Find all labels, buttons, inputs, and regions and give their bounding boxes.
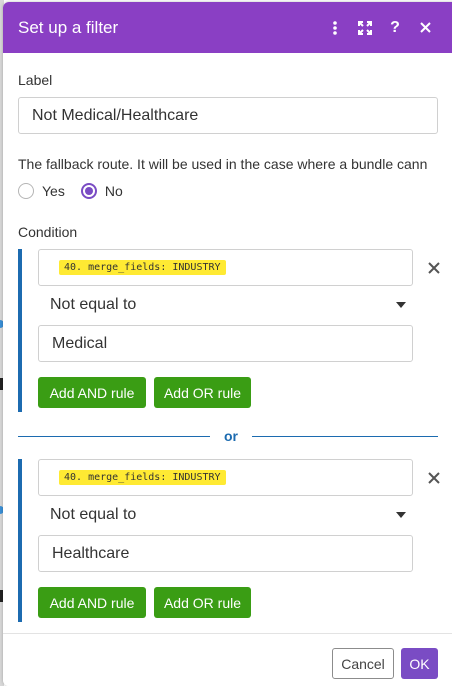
field-pill[interactable]: 40. merge_fields: INDUSTRY <box>59 470 226 485</box>
dialog-header: Set up a filter ? <box>3 2 452 53</box>
dialog-footer: Cancel OK <box>3 633 452 686</box>
condition-field-input[interactable]: 40. merge_fields: INDUSTRY <box>38 459 413 496</box>
dialog-body: Label Not Medical/Healthcare The fallbac… <box>3 53 452 633</box>
chevron-down-icon <box>396 512 406 518</box>
operator-value: Not equal to <box>50 296 137 313</box>
remove-condition-icon[interactable] <box>426 470 442 486</box>
filter-dialog: Set up a filter ? Label Not Medical/Heal… <box>3 2 452 686</box>
remove-condition-icon[interactable] <box>426 260 442 276</box>
cancel-button[interactable]: Cancel <box>332 648 394 679</box>
or-separator: or <box>18 428 438 444</box>
condition-group-2: 40. merge_fields: INDUSTRY Not equal to … <box>18 459 440 622</box>
operator-select[interactable]: Not equal to <box>38 288 406 322</box>
add-and-rule-button[interactable]: Add AND rule <box>38 377 146 408</box>
condition-field-input[interactable]: 40. merge_fields: INDUSTRY <box>38 249 413 286</box>
add-or-rule-button[interactable]: Add OR rule <box>154 587 251 618</box>
separator-line <box>18 436 210 437</box>
dialog-title: Set up a filter <box>18 17 119 37</box>
separator-line <box>252 436 438 437</box>
chevron-down-icon <box>396 302 406 308</box>
condition-value-input[interactable]: Medical <box>38 325 413 362</box>
fallback-help-text: The fallback route. It will be used in t… <box>18 156 428 172</box>
ok-button[interactable]: OK <box>401 648 438 679</box>
close-icon[interactable] <box>410 13 440 43</box>
fallback-yes-label: Yes <box>42 183 65 199</box>
condition-value-input[interactable]: Healthcare <box>38 535 413 572</box>
operator-value: Not equal to <box>50 506 137 523</box>
more-vertical-icon[interactable] <box>320 13 350 43</box>
condition-label: Condition <box>18 224 78 240</box>
fallback-no-radio[interactable] <box>80 183 97 199</box>
field-pill[interactable]: 40. merge_fields: INDUSTRY <box>59 260 226 275</box>
label-input[interactable]: Not Medical/Healthcare <box>18 97 438 134</box>
operator-select[interactable]: Not equal to <box>38 498 406 532</box>
fallback-no-label: No <box>104 183 123 199</box>
add-or-rule-button[interactable]: Add OR rule <box>154 377 251 408</box>
label-field-label: Label <box>18 72 53 88</box>
add-and-rule-button[interactable]: Add AND rule <box>38 587 146 618</box>
or-label: or <box>224 428 238 444</box>
expand-icon[interactable] <box>350 13 380 43</box>
condition-group-1: 40. merge_fields: INDUSTRY Not equal to … <box>18 249 440 412</box>
fallback-radio-group: Yes No <box>18 183 139 199</box>
fallback-yes-radio[interactable] <box>18 183 34 199</box>
help-icon[interactable]: ? <box>380 13 410 43</box>
